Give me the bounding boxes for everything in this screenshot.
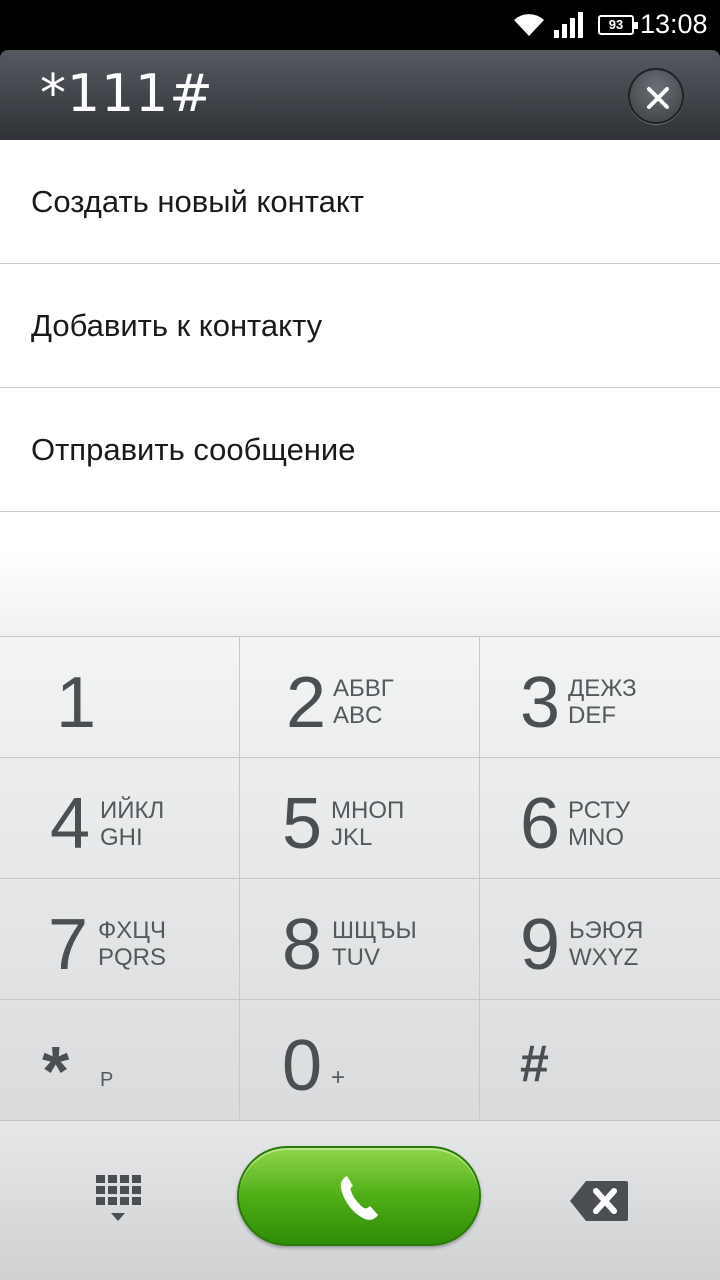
- key-digit: 0: [282, 1026, 323, 1106]
- key-letters-ru: АБВГ: [333, 675, 394, 702]
- key-letters-ru: ИЙКЛ: [100, 797, 165, 824]
- key-letters-ru: ЬЭЮЯ: [569, 917, 644, 944]
- battery-icon: 93: [598, 15, 638, 35]
- wifi-icon: [514, 14, 544, 36]
- key-letters-en: TUV: [332, 944, 380, 971]
- number-display-bar: *111#: [0, 50, 720, 140]
- key-7[interactable]: 7 ФХЦЧ PQRS: [0, 879, 240, 1000]
- key-star[interactable]: * P: [0, 1000, 240, 1121]
- key-digit: 2: [286, 663, 327, 743]
- phone-icon: [340, 1176, 378, 1220]
- key-digit: 8: [282, 905, 323, 985]
- key-letters-en: WXYZ: [569, 944, 639, 971]
- key-letters-en: P: [100, 1069, 114, 1091]
- key-1[interactable]: 1: [0, 637, 240, 758]
- dialpad-icon: [96, 1175, 141, 1221]
- clear-number-button[interactable]: [628, 68, 684, 124]
- key-letters-ru: РСТУ: [568, 797, 631, 824]
- key-digit: 9: [520, 905, 561, 985]
- key-letters-en: +: [331, 1064, 346, 1091]
- signal-icon: [554, 12, 583, 38]
- key-letters-en: JKL: [331, 824, 373, 851]
- key-letters-ru: ДЕЖЗ: [568, 675, 637, 702]
- keypad: 1 2 АБВГ ABC 3 ДЕЖЗ DEF 4 ИЙКЛ GHI 5 МНО…: [0, 636, 720, 1121]
- menu-item-send-message[interactable]: Отправить сообщение: [0, 388, 720, 512]
- dialed-number: *111#: [40, 64, 214, 124]
- dialer-action-bar: [0, 1120, 720, 1280]
- key-letters-en: MNO: [568, 824, 624, 851]
- key-letters-ru: ФХЦЧ: [98, 917, 167, 944]
- key-letters-ru: МНОП: [331, 797, 405, 824]
- key-9[interactable]: 9 ЬЭЮЯ WXYZ: [480, 879, 720, 1000]
- number-actions-menu: Создать новый контакт Добавить к контакт…: [0, 140, 720, 636]
- key-6[interactable]: 6 РСТУ MNO: [480, 758, 720, 879]
- key-digit: *: [42, 1032, 70, 1110]
- key-4[interactable]: 4 ИЙКЛ GHI: [0, 758, 240, 879]
- key-digit: 4: [50, 784, 91, 864]
- menu-item-label: Создать новый контакт: [31, 184, 364, 219]
- key-0[interactable]: 0 +: [240, 1000, 480, 1121]
- key-2[interactable]: 2 АБВГ ABC: [240, 637, 480, 758]
- close-icon: [647, 87, 669, 109]
- menu-item-label: Отправить сообщение: [31, 432, 356, 467]
- call-button[interactable]: [237, 1146, 481, 1246]
- key-letters-en: PQRS: [98, 944, 167, 971]
- key-hash[interactable]: #: [480, 1000, 720, 1121]
- key-5[interactable]: 5 МНОП JKL: [240, 758, 480, 879]
- status-bar: 93 13:08: [0, 0, 720, 50]
- status-time: 13:08: [640, 9, 708, 39]
- key-letters-en: GHI: [100, 824, 143, 851]
- menu-item-label: Добавить к контакту: [31, 308, 323, 343]
- dialpad-toggle-button[interactable]: [92, 1173, 144, 1229]
- key-digit: 6: [520, 784, 561, 864]
- battery-level: 93: [608, 17, 624, 32]
- key-digit: 3: [520, 663, 561, 743]
- key-digit: 7: [48, 905, 89, 985]
- key-letters-en: DEF: [568, 702, 616, 729]
- key-letters-ru: ШЩЪЫ: [332, 917, 417, 944]
- key-digit: 5: [282, 784, 323, 864]
- backspace-icon: [570, 1181, 628, 1221]
- key-digit: 1: [56, 663, 97, 743]
- menu-item-add-to-contact[interactable]: Добавить к контакту: [0, 264, 720, 388]
- key-digit: #: [520, 1035, 549, 1093]
- key-8[interactable]: 8 ШЩЪЫ TUV: [240, 879, 480, 1000]
- backspace-button[interactable]: [568, 1179, 630, 1223]
- key-letters-en: ABC: [333, 702, 383, 729]
- key-3[interactable]: 3 ДЕЖЗ DEF: [480, 637, 720, 758]
- menu-item-create-contact[interactable]: Создать новый контакт: [0, 140, 720, 264]
